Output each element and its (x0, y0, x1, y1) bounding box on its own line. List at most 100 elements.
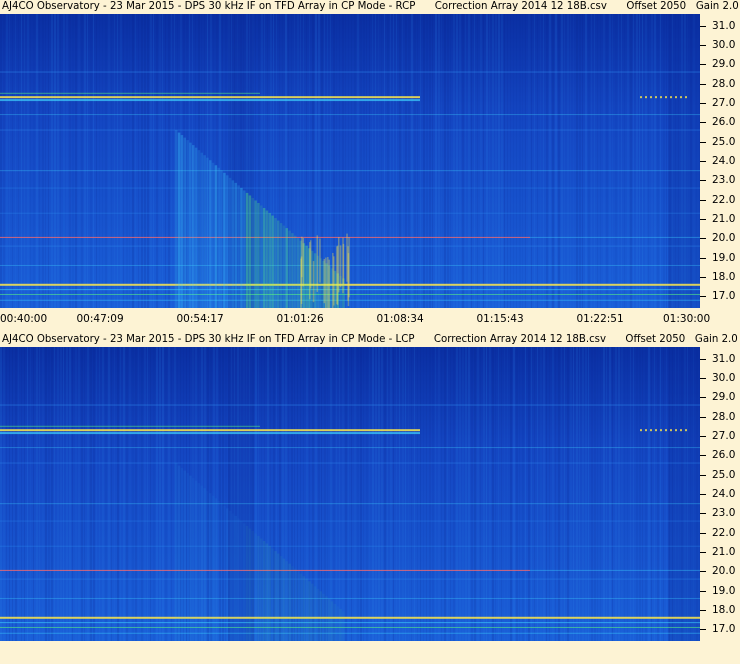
texture-stripe (162, 347, 164, 641)
texture-stripe (357, 347, 359, 641)
band-dot (680, 429, 682, 432)
burst-streak (308, 581, 311, 641)
texture-stripe (429, 14, 431, 308)
burst-streak (192, 145, 195, 308)
burst-streak (291, 566, 294, 641)
texture-stripe (591, 14, 592, 308)
texture-stripe (381, 14, 382, 308)
texture-stripe (387, 347, 388, 641)
burst-core (336, 246, 338, 305)
lcp-spectrogram[interactable] (0, 347, 700, 641)
texture-stripe (159, 347, 161, 641)
burst-streak (262, 541, 266, 641)
tick-mark (700, 25, 706, 27)
texture-stripe (402, 347, 404, 641)
frequency-tick-label: 21.0 (712, 213, 736, 226)
frequency-tick-label: 29.0 (712, 58, 736, 71)
texture-stripe (84, 14, 86, 308)
texture-stripe (159, 14, 161, 308)
burst-streak (234, 182, 237, 308)
burst-streak (175, 463, 178, 641)
texture-stripe (546, 347, 547, 641)
time-tick-label: 00:54:17 (176, 313, 224, 325)
burst-streak (180, 135, 184, 308)
burst-streak (294, 235, 297, 308)
texture-stripe (108, 347, 110, 641)
burst-streak (325, 596, 328, 641)
texture-stripe (0, 14, 2, 308)
interference-band (0, 545, 700, 547)
frequency-tick-label: 22.0 (712, 526, 736, 539)
texture-stripe (537, 14, 538, 308)
tick-mark (700, 377, 706, 379)
texture-stripe (591, 347, 593, 641)
texture-stripe (477, 14, 478, 308)
texture-stripe (573, 347, 574, 641)
frequency-tick-label: 29.0 (712, 391, 736, 404)
texture-stripe (420, 14, 421, 308)
burst-core (319, 238, 321, 283)
interference-band (530, 236, 700, 238)
burst-streak (237, 185, 240, 308)
texture-stripe (657, 347, 659, 641)
texture-stripe (99, 347, 100, 641)
texture-stripe (609, 14, 611, 308)
band-dot (685, 429, 687, 432)
tick-mark (700, 590, 706, 592)
rcp-spectrogram[interactable] (0, 14, 700, 308)
burst-streak (240, 521, 243, 641)
texture-stripe (78, 14, 80, 308)
texture-stripe (483, 347, 485, 641)
texture-stripe (36, 14, 38, 308)
texture-stripe (33, 14, 35, 308)
texture-stripe (330, 14, 331, 308)
burst-streak (299, 573, 303, 641)
texture-stripe (582, 347, 584, 641)
frequency-tick-label: 23.0 (712, 507, 736, 520)
interference-band (0, 129, 700, 131)
texture-stripe (390, 347, 392, 641)
texture-stripe (138, 14, 139, 308)
burst-streak (194, 480, 198, 641)
texture-stripe (123, 14, 124, 308)
texture-stripe (639, 14, 640, 308)
burst-streak (217, 500, 220, 641)
texture-stripe (174, 14, 175, 308)
interference-band (0, 289, 700, 291)
texture-stripe (441, 347, 442, 641)
texture-stripe (393, 14, 394, 308)
texture-stripe (654, 347, 655, 641)
texture-stripe (105, 14, 107, 308)
tick-mark (700, 455, 706, 457)
texture-stripe (438, 14, 440, 308)
texture-stripe (501, 347, 502, 641)
texture-stripe (531, 347, 532, 641)
texture-stripe (519, 347, 520, 641)
texture-stripe (561, 14, 563, 308)
texture-stripe (381, 347, 383, 641)
frequency-tick-label: 17.0 (712, 290, 736, 303)
texture-stripe (660, 347, 661, 641)
burst-streak (243, 523, 246, 641)
texture-stripe (354, 14, 356, 308)
texture-stripe (24, 347, 25, 641)
tick-mark (700, 435, 706, 437)
texture-stripe (594, 347, 596, 641)
burst-streak (260, 205, 263, 308)
texture-stripe (498, 347, 499, 641)
texture-stripe (459, 347, 461, 641)
tick-mark (700, 64, 706, 66)
texture-stripe (567, 14, 569, 308)
time-tick-label: 00:47:09 (76, 313, 124, 325)
interference-band (0, 170, 700, 172)
interference-band (0, 293, 700, 295)
texture-stripe (84, 347, 85, 641)
burst-streak (186, 473, 189, 641)
time-tick-label: 01:15:43 (476, 313, 524, 325)
burst-streak (268, 213, 271, 308)
texture-stripe (531, 14, 532, 308)
burst-streak (217, 167, 220, 308)
texture-stripe (627, 347, 628, 641)
texture-stripe (570, 347, 572, 641)
burst-streak (282, 558, 286, 641)
